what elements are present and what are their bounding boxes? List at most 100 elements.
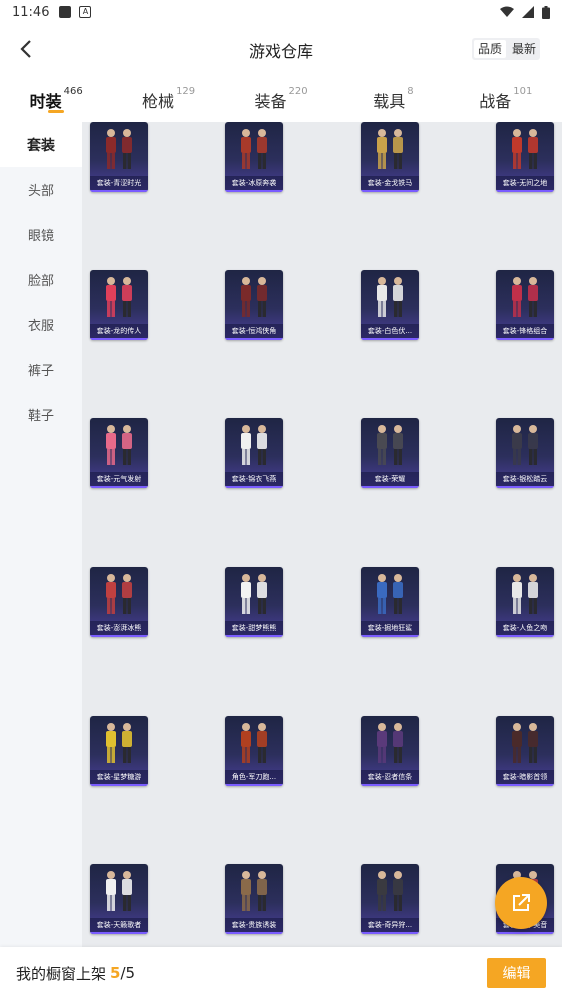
sidebar-item-head[interactable]: 头部 [0, 167, 82, 212]
outfit-thumbnail [377, 871, 403, 911]
rarity-strip [225, 338, 283, 340]
outfit-card[interactable]: 套装-青涩时光 [90, 122, 148, 192]
outfit-caption: 套装-白色伏... [361, 324, 419, 338]
rarity-strip [225, 932, 283, 934]
outfit-card[interactable]: 套装-荣耀 [361, 418, 419, 488]
category-tabs: 时装 466 枪械 129 装备 220 载具 8 战备 101 [0, 76, 562, 122]
rarity-strip [90, 190, 148, 192]
tab-count: 8 [407, 86, 414, 97]
wifi-icon [500, 6, 514, 17]
rarity-strip [361, 190, 419, 192]
status-time: 11:46 [12, 4, 50, 20]
tab-fashion[interactable]: 时装 466 [0, 76, 112, 122]
outfit-card[interactable]: 套装-贵族诱装 [225, 864, 283, 934]
outfit-card[interactable]: 套装-锦衣飞燕 [225, 418, 283, 488]
outfit-caption: 套装-奇异狩... [361, 918, 419, 932]
outfit-card[interactable]: 套装-忍者信条 [361, 716, 419, 786]
sidebar-item-glasses[interactable]: 眼镜 [0, 212, 82, 257]
outfit-thumbnail [241, 871, 267, 911]
outfit-thumbnail [512, 277, 538, 317]
rarity-strip [90, 486, 148, 488]
outfit-thumbnail [512, 425, 538, 465]
outfit-caption: 套装-忍者信条 [361, 770, 419, 784]
outfit-card[interactable]: 套装-冰原奔袭 [225, 122, 283, 192]
rarity-strip [225, 635, 283, 637]
showcase-total-count: 5 [125, 964, 136, 982]
edit-button[interactable]: 编辑 [487, 958, 546, 988]
outfit-card[interactable]: 套装-暗影首领 [496, 716, 554, 786]
rarity-strip [496, 190, 554, 192]
outfit-card[interactable]: 套装-元气发射 [90, 418, 148, 488]
outfit-card[interactable]: 套装-金戈铁马 [361, 122, 419, 192]
rarity-strip [90, 338, 148, 340]
tab-label: 战备 [479, 92, 512, 111]
tab-active-indicator [48, 110, 65, 113]
rarity-strip [361, 486, 419, 488]
outfit-card[interactable]: 套装-星梦糖游 [90, 716, 148, 786]
sidebar-item-pants[interactable]: 裤子 [0, 347, 82, 392]
outfit-thumbnail [512, 723, 538, 763]
battery-icon [542, 5, 550, 19]
showcase-label: 我的橱窗上架 [16, 964, 107, 983]
rarity-strip [496, 486, 554, 488]
outfit-caption: 套装-无间之地 [496, 176, 554, 190]
outfit-caption: 套装-锦衣飞燕 [225, 472, 283, 486]
sidebar-item-clothes[interactable]: 衣服 [0, 302, 82, 347]
app-header: 游戏仓库 品质 最新 [0, 24, 562, 76]
external-link-icon [513, 894, 530, 911]
outfit-caption: 套装-银松踏云 [496, 472, 554, 486]
sort-quality-button[interactable]: 品质 [473, 40, 506, 58]
outfit-caption: 套装-澎湃冰熊 [90, 621, 148, 635]
sidebar: 套装 头部 眼镜 脸部 衣服 裤子 鞋子 [0, 122, 82, 947]
sidebar-item-shoes[interactable]: 鞋子 [0, 392, 82, 437]
item-grid: 套装-青涩时光 套装-冰原奔袭 套装-金戈铁马 套装-无间之地套装-龙的传人 套装-恒鸿… [82, 122, 562, 947]
outfit-thumbnail [241, 425, 267, 465]
outfit-card[interactable]: 套装-银松踏云 [496, 418, 554, 488]
outfit-card[interactable]: 套装-澎湃冰熊 [90, 567, 148, 637]
rarity-strip [225, 190, 283, 192]
outfit-card[interactable]: 套装-恒鸿侠角 [225, 270, 283, 340]
rarity-strip [496, 932, 554, 934]
outfit-caption: 套装-金戈铁马 [361, 176, 419, 190]
tab-vehicles[interactable]: 载具 8 [337, 76, 449, 122]
outfit-card[interactable]: 套装-人鱼之吻 [496, 567, 554, 637]
outfit-thumbnail [106, 574, 132, 614]
tab-equipment[interactable]: 装备 220 [225, 76, 337, 122]
outfit-card[interactable]: 套装-锋格组合 [496, 270, 554, 340]
outfit-thumbnail [241, 723, 267, 763]
outfit-card[interactable]: 套装-白色伏... [361, 270, 419, 340]
outfit-card[interactable]: 套装-掘地狂鲨 [361, 567, 419, 637]
outfit-card[interactable]: 套装-龙的传人 [90, 270, 148, 340]
status-bar: 11:46 A [0, 0, 562, 24]
sort-newest-button[interactable]: 最新 [508, 38, 540, 60]
share-fab-button[interactable] [495, 877, 547, 929]
app-notification-icon: A [79, 6, 92, 18]
outfit-caption: 角色-军刀跑... [225, 770, 283, 784]
outfit-caption: 套装-暗影首领 [496, 770, 554, 784]
outfit-thumbnail [512, 574, 538, 614]
sidebar-item-face[interactable]: 脸部 [0, 257, 82, 302]
bottom-bar: 我的橱窗上架 5 / 5 编辑 [0, 947, 562, 999]
rarity-strip [361, 338, 419, 340]
outfit-card[interactable]: 角色-军刀跑... [225, 716, 283, 786]
outfit-caption: 套装-青涩时光 [90, 176, 148, 190]
page-title: 游戏仓库 [248, 42, 313, 61]
outfit-card[interactable]: 套装-天籁歌者 [90, 864, 148, 934]
outfit-thumbnail [106, 425, 132, 465]
outfit-thumbnail [106, 871, 132, 911]
outfit-thumbnail [377, 277, 403, 317]
back-button[interactable] [14, 37, 38, 61]
outfit-card[interactable]: 套装-奇异狩... [361, 864, 419, 934]
outfit-caption: 套装-荣耀 [361, 472, 419, 486]
outfit-card[interactable]: 套装-甜梦熊熊 [225, 567, 283, 637]
outfit-caption: 套装-元气发射 [90, 472, 148, 486]
tab-label: 时装 [29, 92, 62, 111]
outfit-thumbnail [377, 129, 403, 169]
rarity-strip [225, 784, 283, 786]
outfit-card[interactable]: 套装-无间之地 [496, 122, 554, 192]
tab-supplies[interactable]: 战备 101 [450, 76, 562, 122]
sidebar-item-sets[interactable]: 套装 [0, 122, 82, 167]
outfit-caption: 套装-甜梦熊熊 [225, 621, 283, 635]
tab-guns[interactable]: 枪械 129 [112, 76, 224, 122]
rarity-strip [361, 932, 419, 934]
